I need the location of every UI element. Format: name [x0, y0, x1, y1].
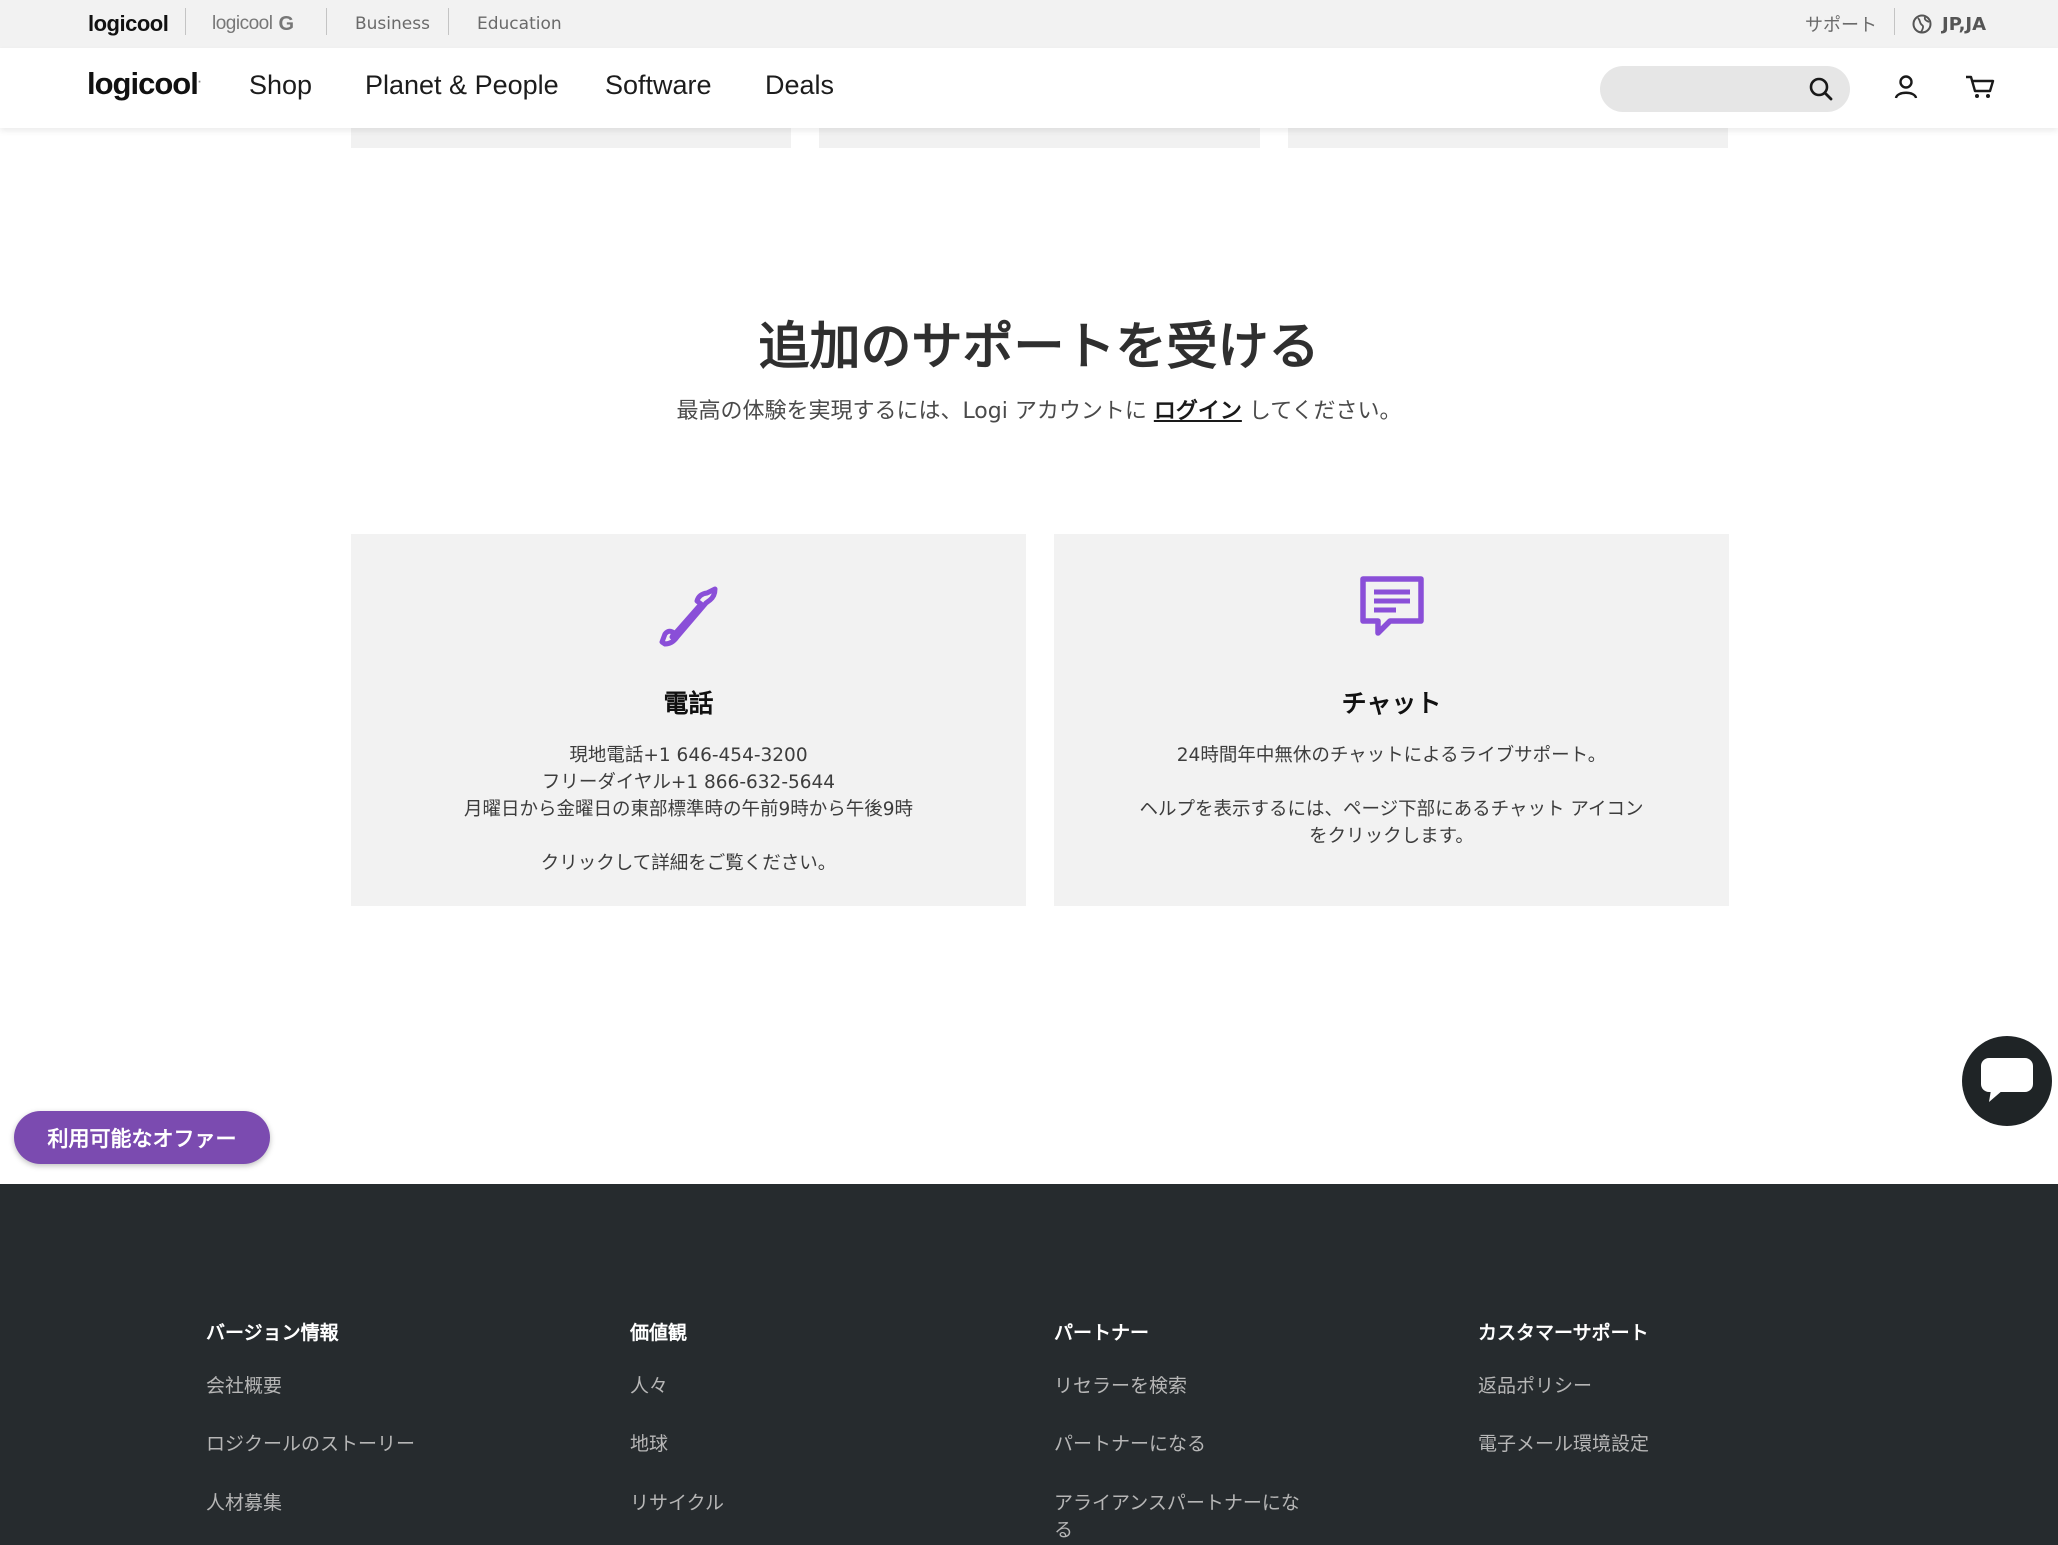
chat-icon	[1054, 576, 1729, 640]
divider	[326, 8, 327, 35]
card-title: 電話	[663, 689, 714, 718]
available-offers-button[interactable]: 利用可能なオファー	[14, 1111, 270, 1164]
card-line: ヘルプを表示するには、ページ下部にあるチャット アイコン をクリックします。	[1139, 799, 1644, 847]
logo-text: logicool	[87, 66, 199, 101]
nav-item-shop[interactable]: Shop	[249, 70, 312, 101]
footer-column-partners: パートナー リセラーを検索 パートナーになる アライアンスパートナーになる	[1054, 1318, 1344, 1541]
previous-card	[351, 128, 791, 148]
nav-item-software[interactable]: Software	[605, 70, 712, 101]
education-link[interactable]: Education	[477, 0, 562, 48]
footer-link[interactable]: 人材募集	[206, 1490, 466, 1517]
footer-column-about: バージョン情報 会社概要 ロジクールのストーリー 人材募集	[206, 1318, 496, 1514]
logicool-g-brand-link[interactable]: logicool G	[212, 0, 294, 48]
logicool-g-icon: G	[278, 12, 294, 35]
footer-link[interactable]: 返品ポリシー	[1478, 1373, 1592, 1400]
globe-icon	[1912, 14, 1932, 34]
divider	[185, 8, 186, 35]
subtext-before: 最高の体験を実現するには、Logi アカウントに	[676, 399, 1154, 424]
nav-item-planet-people[interactable]: Planet & People	[365, 70, 559, 101]
logo-dot: .	[197, 71, 202, 86]
card-line	[1129, 769, 1654, 796]
logicool-logo[interactable]: logicool.	[87, 66, 202, 102]
card-body: 24時間年中無休のチャットによるライブサポート。 ヘルプを表示するには、ページ下…	[1129, 742, 1654, 850]
phone-support-card[interactable]: 電話 現地電話+1 646-454-3200 フリーダイヤル+1 866-632…	[351, 534, 1026, 906]
card-line: 現地電話+1 646-454-3200	[569, 745, 808, 766]
section-subtext: 最高の体験を実現するには、Logi アカウントに ログイン してください。	[0, 393, 2058, 425]
support-link[interactable]: サポート	[1805, 0, 1877, 48]
card-body: 現地電話+1 646-454-3200 フリーダイヤル+1 866-632-56…	[411, 742, 966, 877]
search-box	[1600, 66, 1850, 112]
footer-link[interactable]: アライアンスパートナーになる	[1054, 1490, 1314, 1544]
footer-link[interactable]: 会社概要	[206, 1373, 282, 1400]
card-line: 24時間年中無休のチャットによるライブサポート。	[1176, 745, 1607, 766]
main-nav: logicool. Shop Planet & People Software …	[0, 48, 2058, 128]
subtext-after: してください。	[1241, 399, 1402, 424]
section-heading: 追加のサポートを受ける	[758, 318, 1320, 377]
chat-support-card[interactable]: チャット 24時間年中無休のチャットによるライブサポート。 ヘルプを表示するには…	[1054, 534, 1729, 906]
footer: バージョン情報 会社概要 ロジクールのストーリー 人材募集 価値観 人々 地球 …	[0, 1184, 2058, 1545]
locale-label: JP,JA	[1942, 13, 1987, 35]
cart-icon[interactable]	[1965, 74, 1995, 104]
card-line	[411, 823, 966, 850]
search-input[interactable]	[1620, 74, 1790, 104]
card-line: クリックして詳細をご覧ください。	[540, 853, 837, 874]
divider	[1894, 8, 1895, 35]
locale-selector[interactable]: JP,JA	[1912, 0, 1986, 48]
logicool-brand-link[interactable]: logicool	[88, 0, 169, 48]
footer-heading: 価値観	[630, 1322, 688, 1344]
card-line: フリーダイヤル+1 866-632-5644	[541, 772, 836, 793]
footer-link[interactable]: ロジクールのストーリー	[206, 1431, 415, 1458]
footer-heading: パートナー	[1054, 1322, 1150, 1344]
footer-heading: カスタマーサポート	[1478, 1322, 1649, 1344]
footer-column-customer-support: カスタマーサポート 返品ポリシー 電子メール環境設定	[1478, 1318, 1768, 1455]
business-link[interactable]: Business	[355, 0, 430, 48]
previous-card	[1288, 128, 1728, 148]
divider	[448, 8, 449, 35]
footer-column-values: 価値観 人々 地球 リサイクル	[630, 1318, 920, 1514]
footer-link[interactable]: 人々	[630, 1373, 668, 1400]
nav-item-deals[interactable]: Deals	[765, 70, 834, 101]
footer-link[interactable]: リセラーを検索	[1054, 1373, 1187, 1400]
previous-card	[819, 128, 1260, 148]
logicool-g-label: logicool	[212, 13, 273, 34]
footer-link[interactable]: パートナーになる	[1054, 1431, 1206, 1458]
brand-bar: logicool logicool G Business Education サ…	[0, 0, 2058, 48]
card-line: 月曜日から金曜日の東部標準時の午前9時から午後9時	[463, 799, 914, 820]
account-icon[interactable]	[1893, 74, 1919, 104]
login-link[interactable]: ログイン	[1154, 399, 1242, 424]
footer-heading: バージョン情報	[206, 1322, 339, 1344]
chat-launcher-button[interactable]	[1962, 1036, 2052, 1126]
footer-link[interactable]: リサイクル	[630, 1490, 890, 1517]
footer-link[interactable]: 地球	[630, 1431, 668, 1458]
chat-bubble-icon	[1981, 1058, 2033, 1102]
phone-icon	[351, 584, 1026, 648]
footer-link[interactable]: 電子メール環境設定	[1478, 1431, 1649, 1458]
search-icon[interactable]	[1808, 76, 1834, 106]
card-title: チャット	[1341, 689, 1442, 718]
